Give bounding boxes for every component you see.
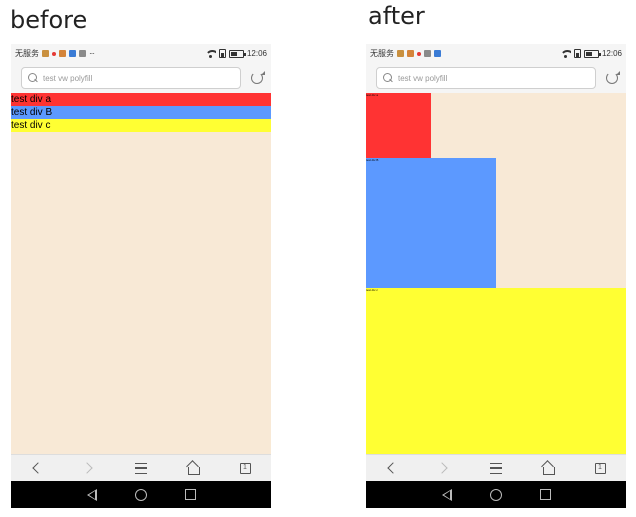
- system-home-icon[interactable]: [489, 488, 502, 501]
- tabs-count: 1: [239, 462, 251, 474]
- wifi-icon: [559, 49, 571, 58]
- carrier-text: 无服务: [370, 49, 394, 58]
- after-label: after: [368, 2, 425, 30]
- phone-screen-before: 无服务 ··· 12:06 test vw polyfill test div …: [11, 44, 271, 508]
- app-notification-icon: [42, 50, 49, 57]
- page-content: test div a test div B test div c: [11, 93, 271, 454]
- search-text: test vw polyfill: [398, 73, 448, 83]
- clock: 12:06: [246, 49, 267, 58]
- browser-nav-bar: 1: [366, 454, 626, 481]
- tabs-count: 1: [594, 462, 606, 474]
- system-nav-bar: [366, 481, 626, 508]
- back-arrow-icon[interactable]: [27, 458, 47, 478]
- app-notification-icon: [69, 50, 76, 57]
- phone-screen-after: 无服务 12:06 test vw polyfill test div a te…: [366, 44, 626, 508]
- battery-icon: [583, 49, 601, 58]
- red-dot-icon: [52, 51, 56, 56]
- tabs-button[interactable]: 1: [590, 458, 610, 478]
- home-icon[interactable]: [183, 458, 203, 478]
- before-label: before: [10, 6, 88, 34]
- search-icon: [383, 73, 393, 83]
- search-input[interactable]: test vw polyfill: [376, 67, 596, 89]
- wifi-icon: [204, 49, 216, 58]
- menu-icon[interactable]: [131, 458, 151, 478]
- address-bar: test vw polyfill: [366, 63, 626, 93]
- refresh-icon[interactable]: [251, 71, 265, 84]
- search-text: test vw polyfill: [43, 73, 93, 83]
- refresh-icon[interactable]: [606, 71, 620, 84]
- tabs-button[interactable]: 1: [235, 458, 255, 478]
- address-bar: test vw polyfill: [11, 63, 271, 93]
- page-content: test div a test div B test div c: [366, 93, 626, 454]
- app-notification-icon: [79, 50, 86, 57]
- test-div-b: test div B: [11, 106, 271, 119]
- home-icon[interactable]: [538, 458, 558, 478]
- system-back-icon[interactable]: [441, 488, 452, 501]
- system-back-icon[interactable]: [86, 488, 97, 501]
- search-icon: [28, 73, 38, 83]
- menu-icon[interactable]: [486, 458, 506, 478]
- red-dot-icon: [417, 51, 421, 56]
- system-home-icon[interactable]: [134, 488, 147, 501]
- status-bar: 无服务 ··· 12:06: [11, 44, 271, 63]
- app-notification-icon: [397, 50, 404, 57]
- battery-icon: [228, 49, 246, 58]
- forward-arrow-icon[interactable]: [434, 458, 454, 478]
- app-notification-icon: [407, 50, 414, 57]
- carrier-text: 无服务: [15, 49, 39, 58]
- test-div-c: test div c: [11, 119, 271, 132]
- status-bar: 无服务 12:06: [366, 44, 626, 63]
- clock: 12:06: [601, 49, 622, 58]
- back-arrow-icon[interactable]: [382, 458, 402, 478]
- app-notification-icon: [59, 50, 66, 57]
- forward-arrow-icon[interactable]: [79, 458, 99, 478]
- test-div-a: test div a: [366, 93, 431, 158]
- sim-icon: [218, 49, 226, 58]
- app-notification-icon: [434, 50, 441, 57]
- app-notification-icon: [424, 50, 431, 57]
- system-recent-apps-icon[interactable]: [184, 489, 196, 500]
- more-notifications-icon: ···: [89, 49, 95, 58]
- test-div-a: test div a: [11, 93, 271, 106]
- browser-nav-bar: 1: [11, 454, 271, 481]
- test-div-c: test div c: [366, 288, 626, 454]
- search-input[interactable]: test vw polyfill: [21, 67, 241, 89]
- system-nav-bar: [11, 481, 271, 508]
- system-recent-apps-icon[interactable]: [539, 489, 551, 500]
- sim-icon: [573, 49, 581, 58]
- test-div-b: test div B: [366, 158, 496, 288]
